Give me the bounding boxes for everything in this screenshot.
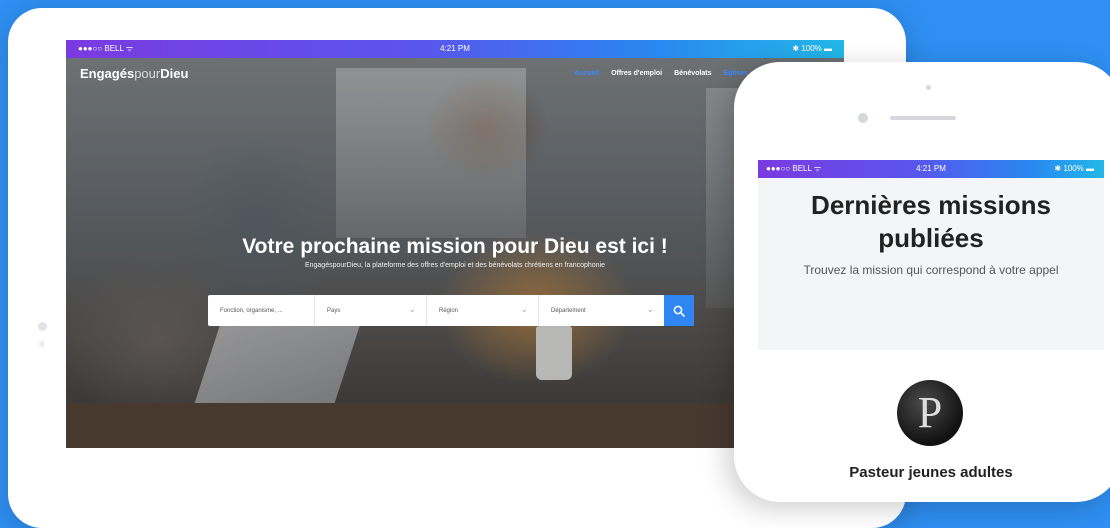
nav-item-benevolats[interactable]: Bénévolats <box>674 70 711 77</box>
missions-header: Dernières missions publiées Trouvez la m… <box>758 178 1104 350</box>
status-time: 4:21 PM <box>440 44 470 53</box>
battery-status: ✱ 100% ▬ <box>792 44 832 53</box>
phone-camera <box>858 113 868 123</box>
nav-item-offres[interactable]: Offres d'emploi <box>611 70 662 77</box>
site-logo[interactable]: EngagéspourDieu <box>80 66 188 81</box>
hero-banner: EngagéspourDieu Accueil Offres d'emploi … <box>66 58 844 448</box>
country-label: Pays <box>327 307 341 314</box>
hero-headline: Votre prochaine mission pour Dieu est ic… <box>242 235 668 258</box>
organisation-avatar: P <box>897 380 963 446</box>
phone-status-bar: ●●●○○ BELL ᯤ 4:21 PM ✱ 100% ▬ <box>758 160 1104 178</box>
tablet-camera <box>38 322 47 331</box>
chevron-down-icon: ⌄ <box>520 304 528 314</box>
missions-subtitle: Trouvez la mission qui correspond à votr… <box>803 263 1059 277</box>
tablet-screen: ●●●○○ BELL ᯤ 4:21 PM ✱ 100% ▬ Engagéspou… <box>66 40 844 520</box>
logo-part-dieu: Dieu <box>160 66 189 81</box>
nav-item-accueil[interactable]: Accueil <box>574 70 599 77</box>
region-label: Région <box>439 307 459 314</box>
department-label: Département <box>551 307 586 314</box>
region-select[interactable]: Région ⌄ <box>427 295 539 326</box>
missions-title: Dernières missions publiées <box>811 190 1051 253</box>
hero-tagline: EngagéspourDieu, la plateforme des offre… <box>304 262 606 269</box>
content-area <box>66 448 844 520</box>
status-time: 4:21 PM <box>916 164 946 173</box>
chevron-down-icon: ⌄ <box>408 304 416 314</box>
keyword-placeholder: Fonction, organisme, ... <box>220 307 283 314</box>
phone-speaker <box>890 116 956 120</box>
battery-status: ✱ 100% ▬ <box>1054 164 1094 173</box>
country-select[interactable]: Pays ⌄ <box>315 295 427 326</box>
phone-device: ●●●○○ BELL ᯤ 4:21 PM ✱ 100% ▬ Dernières … <box>734 62 1110 502</box>
logo-part-engages: Engagés <box>80 66 135 81</box>
main-nav: Accueil Offres d'emploi Bénévolats Eglis… <box>574 70 748 77</box>
search-bar: Fonction, organisme, ... Pays ⌄ Région ⌄… <box>208 295 694 326</box>
tablet-status-bar: ●●●○○ BELL ᯤ 4:21 PM ✱ 100% ▬ <box>66 40 844 58</box>
department-select[interactable]: Département ⌄ <box>539 295 664 326</box>
nav-item-eglises[interactable]: Eglises <box>723 70 748 77</box>
tablet-sensor <box>39 341 45 347</box>
phone-sensor <box>926 85 931 90</box>
keyword-field[interactable]: Fonction, organisme, ... <box>208 295 315 326</box>
mission-card[interactable]: P Pasteur jeunes adultes <box>758 350 1104 490</box>
phone-screen: ●●●○○ BELL ᯤ 4:21 PM ✱ 100% ▬ Dernières … <box>758 160 1104 490</box>
search-button[interactable] <box>664 295 694 326</box>
logo-part-pour: pour <box>134 66 161 81</box>
search-icon <box>673 305 685 317</box>
chevron-down-icon: ⌄ <box>646 304 654 314</box>
